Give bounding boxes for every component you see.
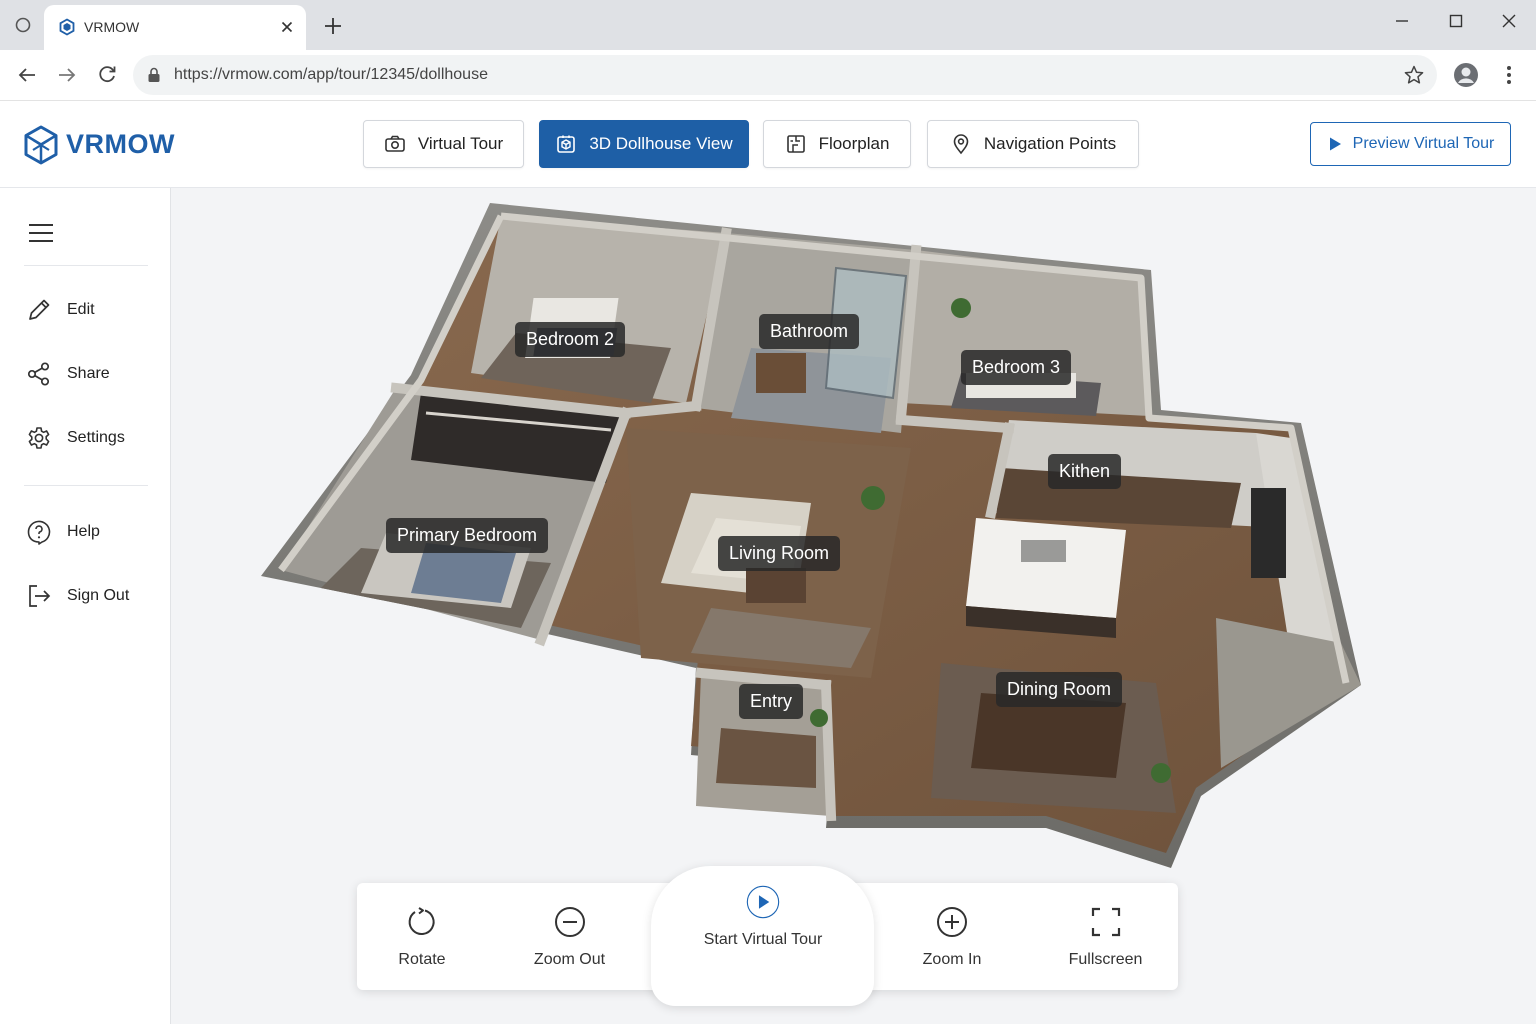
start-tour-label: Start Virtual Tour (703, 931, 823, 948)
room-label-kitchen[interactable]: Kithen (1048, 454, 1122, 489)
sidebar-item-label: Sign Out (67, 587, 130, 604)
profile-icon[interactable] (1453, 62, 1479, 88)
address-bar: https://vrmow.com/app/tour/12345/dollhou… (0, 50, 1536, 101)
sidebar-item-sign-out[interactable]: Sign Out (26, 581, 129, 611)
vrmow-logo-icon (24, 125, 58, 165)
gear-icon (28, 427, 50, 449)
sign-out-icon (29, 585, 51, 607)
floorplan-icon (786, 135, 805, 153)
tab-label: Virtual Tour (417, 134, 504, 153)
hamburger-menu-icon[interactable] (28, 222, 54, 244)
start-virtual-tour-button[interactable]: Start Virtual Tour (680, 885, 846, 949)
room-label-bedroom-2[interactable]: Bedroom 2 (515, 322, 626, 357)
app-header: VRMOW Virtual Tour 3D Dollhouse View Flo… (0, 101, 1536, 188)
help-icon (27, 520, 51, 545)
rotate-button[interactable]: Rotate (382, 905, 462, 969)
minimize-icon[interactable] (1388, 10, 1416, 32)
tab-circle-icon[interactable] (14, 16, 32, 34)
back-arrow-icon[interactable] (15, 63, 39, 87)
tab-label: Floorplan (818, 134, 890, 153)
kebab-menu-icon[interactable] (1499, 63, 1519, 87)
play-icon (1329, 137, 1341, 151)
room-label-bathroom[interactable]: Bathroom (759, 314, 860, 349)
room-label-dining-room[interactable]: Dining Room (996, 672, 1123, 707)
vrmow-favicon-icon (59, 18, 75, 36)
fullscreen-icon (1091, 907, 1120, 937)
zoom-in-button[interactable]: Zoom In (907, 905, 997, 969)
sidebar-item-settings[interactable]: Settings (26, 423, 125, 453)
browser-tab-bar: VRMOW (0, 0, 1536, 50)
rotate-icon (408, 907, 435, 936)
sidebar-divider (24, 485, 148, 486)
tab-floorplan[interactable]: Floorplan (763, 120, 911, 168)
zoom-in-label: Zoom In (922, 951, 982, 968)
sidebar-item-label: Help (67, 523, 100, 540)
fullscreen-label: Fullscreen (1068, 951, 1143, 968)
camera-icon (385, 135, 405, 152)
pencil-icon (29, 299, 50, 320)
room-label-primary-bedroom[interactable]: Primary Bedroom (386, 518, 549, 553)
tab-3d-dollhouse-view[interactable]: 3D Dollhouse View (539, 120, 749, 168)
share-icon (27, 362, 50, 386)
sidebar-item-help[interactable]: Help (26, 517, 100, 547)
sidebar-divider (24, 265, 148, 266)
fullscreen-button[interactable]: Fullscreen (1058, 905, 1153, 969)
room-label-living-room[interactable]: Living Room (718, 536, 841, 571)
zoom-out-icon (554, 907, 585, 937)
sidebar-item-label: Settings (67, 429, 125, 446)
zoom-in-icon (937, 907, 967, 937)
sidebar-item-label: Share (67, 365, 110, 382)
tab-label: Navigation Points (983, 134, 1117, 153)
sidebar: Edit Share Settings Help Sign Out (0, 188, 171, 1024)
zoom-out-button[interactable]: Zoom Out (522, 905, 617, 969)
tab-label: 3D Dollhouse View (589, 134, 733, 153)
url-text[interactable]: https://vrmow.com/app/tour/12345/dollhou… (174, 66, 488, 84)
preview-label: Preview Virtual Tour (1352, 135, 1495, 152)
rotate-label: Rotate (398, 951, 446, 968)
sidebar-item-edit[interactable]: Edit (26, 295, 95, 325)
cube-icon (557, 135, 576, 153)
tab-virtual-tour[interactable]: Virtual Tour (363, 120, 524, 168)
logo-text: VRMOW (66, 129, 175, 159)
tab-navigation-points[interactable]: Navigation Points (927, 120, 1139, 168)
sidebar-item-share[interactable]: Share (26, 359, 110, 389)
room-label-entry[interactable]: Entry (739, 684, 804, 719)
browser-tab[interactable]: VRMOW (44, 5, 306, 50)
sidebar-item-label: Edit (67, 301, 95, 318)
close-icon[interactable] (278, 18, 296, 36)
room-label-bedroom-3[interactable]: Bedroom 3 (961, 350, 1072, 385)
maximize-icon[interactable] (1442, 10, 1470, 32)
zoom-out-label: Zoom Out (533, 951, 606, 968)
star-icon[interactable] (1403, 64, 1425, 86)
map-pin-icon (953, 134, 969, 155)
preview-virtual-tour-button[interactable]: Preview Virtual Tour (1310, 122, 1511, 166)
forward-arrow-icon[interactable] (55, 63, 79, 87)
window-close-icon[interactable] (1495, 10, 1523, 32)
play-circle-icon (746, 885, 780, 919)
lock-icon (148, 67, 160, 82)
url-bar[interactable]: https://vrmow.com/app/tour/12345/dollhou… (133, 55, 1437, 95)
plus-icon[interactable] (322, 15, 344, 37)
tab-title: VRMOW (84, 19, 140, 35)
reload-icon[interactable] (95, 63, 119, 87)
